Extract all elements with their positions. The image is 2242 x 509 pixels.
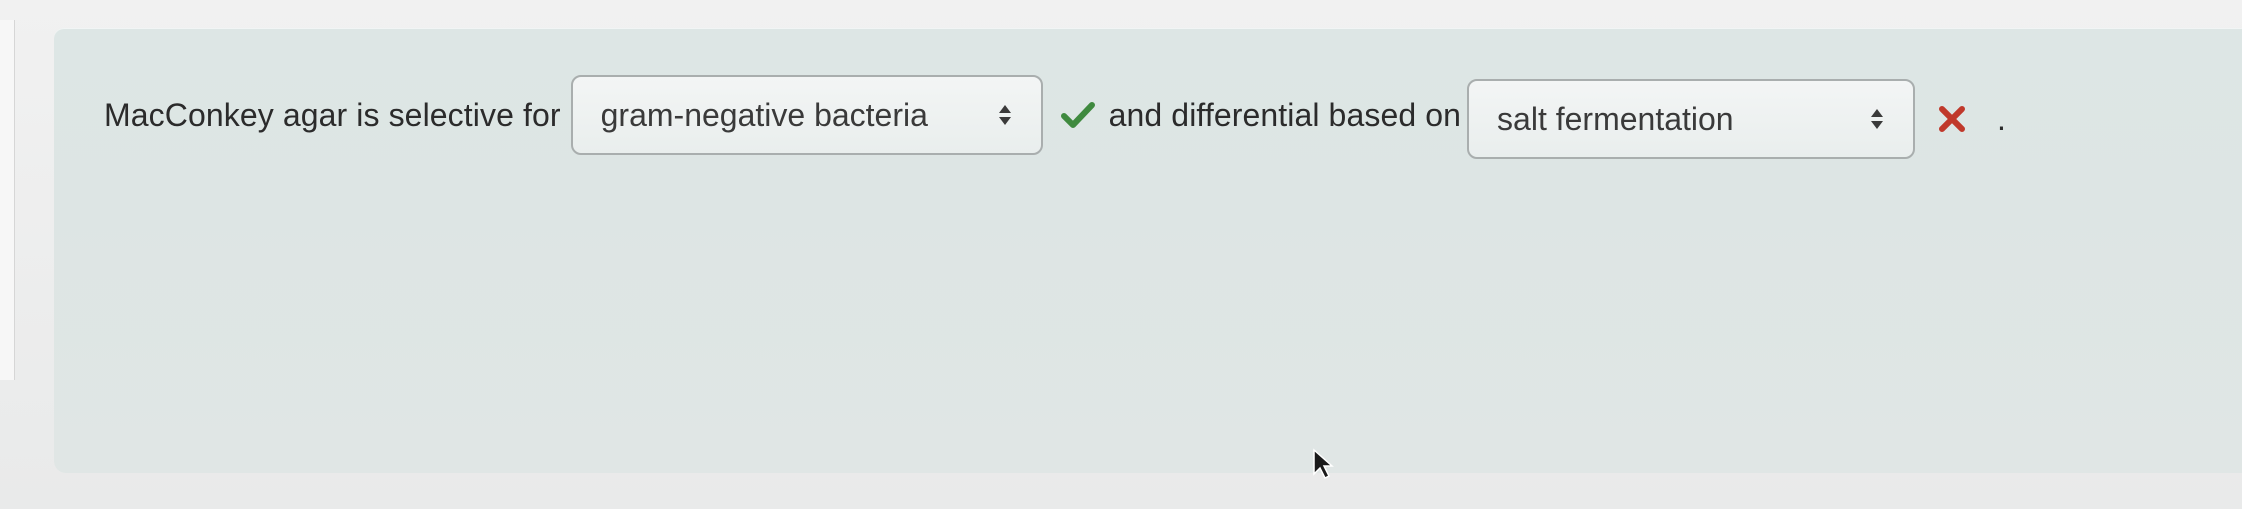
question-suffix-text: . [1997,100,2006,137]
question-panel: MacConkey agar is selective for gram-neg… [54,28,2242,473]
sort-arrows-icon [997,103,1013,127]
question-sentence: MacConkey agar is selective for gram-neg… [104,70,2006,160]
blank-1-dropdown[interactable]: gram-negative bacteria [570,75,1043,155]
blank-1-selected-value: gram-negative bacteria [600,96,928,133]
blank-2-dropdown[interactable]: salt fermentation [1467,79,1916,159]
cross-icon [1927,90,1977,140]
check-icon [1053,90,1103,140]
sort-arrows-icon [1869,107,1885,131]
mouse-pointer-icon [1312,448,1334,485]
left-panel-edge [0,20,15,380]
page-background: MacConkey agar is selective for gram-neg… [0,0,2242,509]
blank-2-selected-value: salt fermentation [1497,100,1734,137]
question-prefix-text: MacConkey agar is selective for [104,96,561,133]
question-middle-text: and differential based on [1108,96,1462,133]
